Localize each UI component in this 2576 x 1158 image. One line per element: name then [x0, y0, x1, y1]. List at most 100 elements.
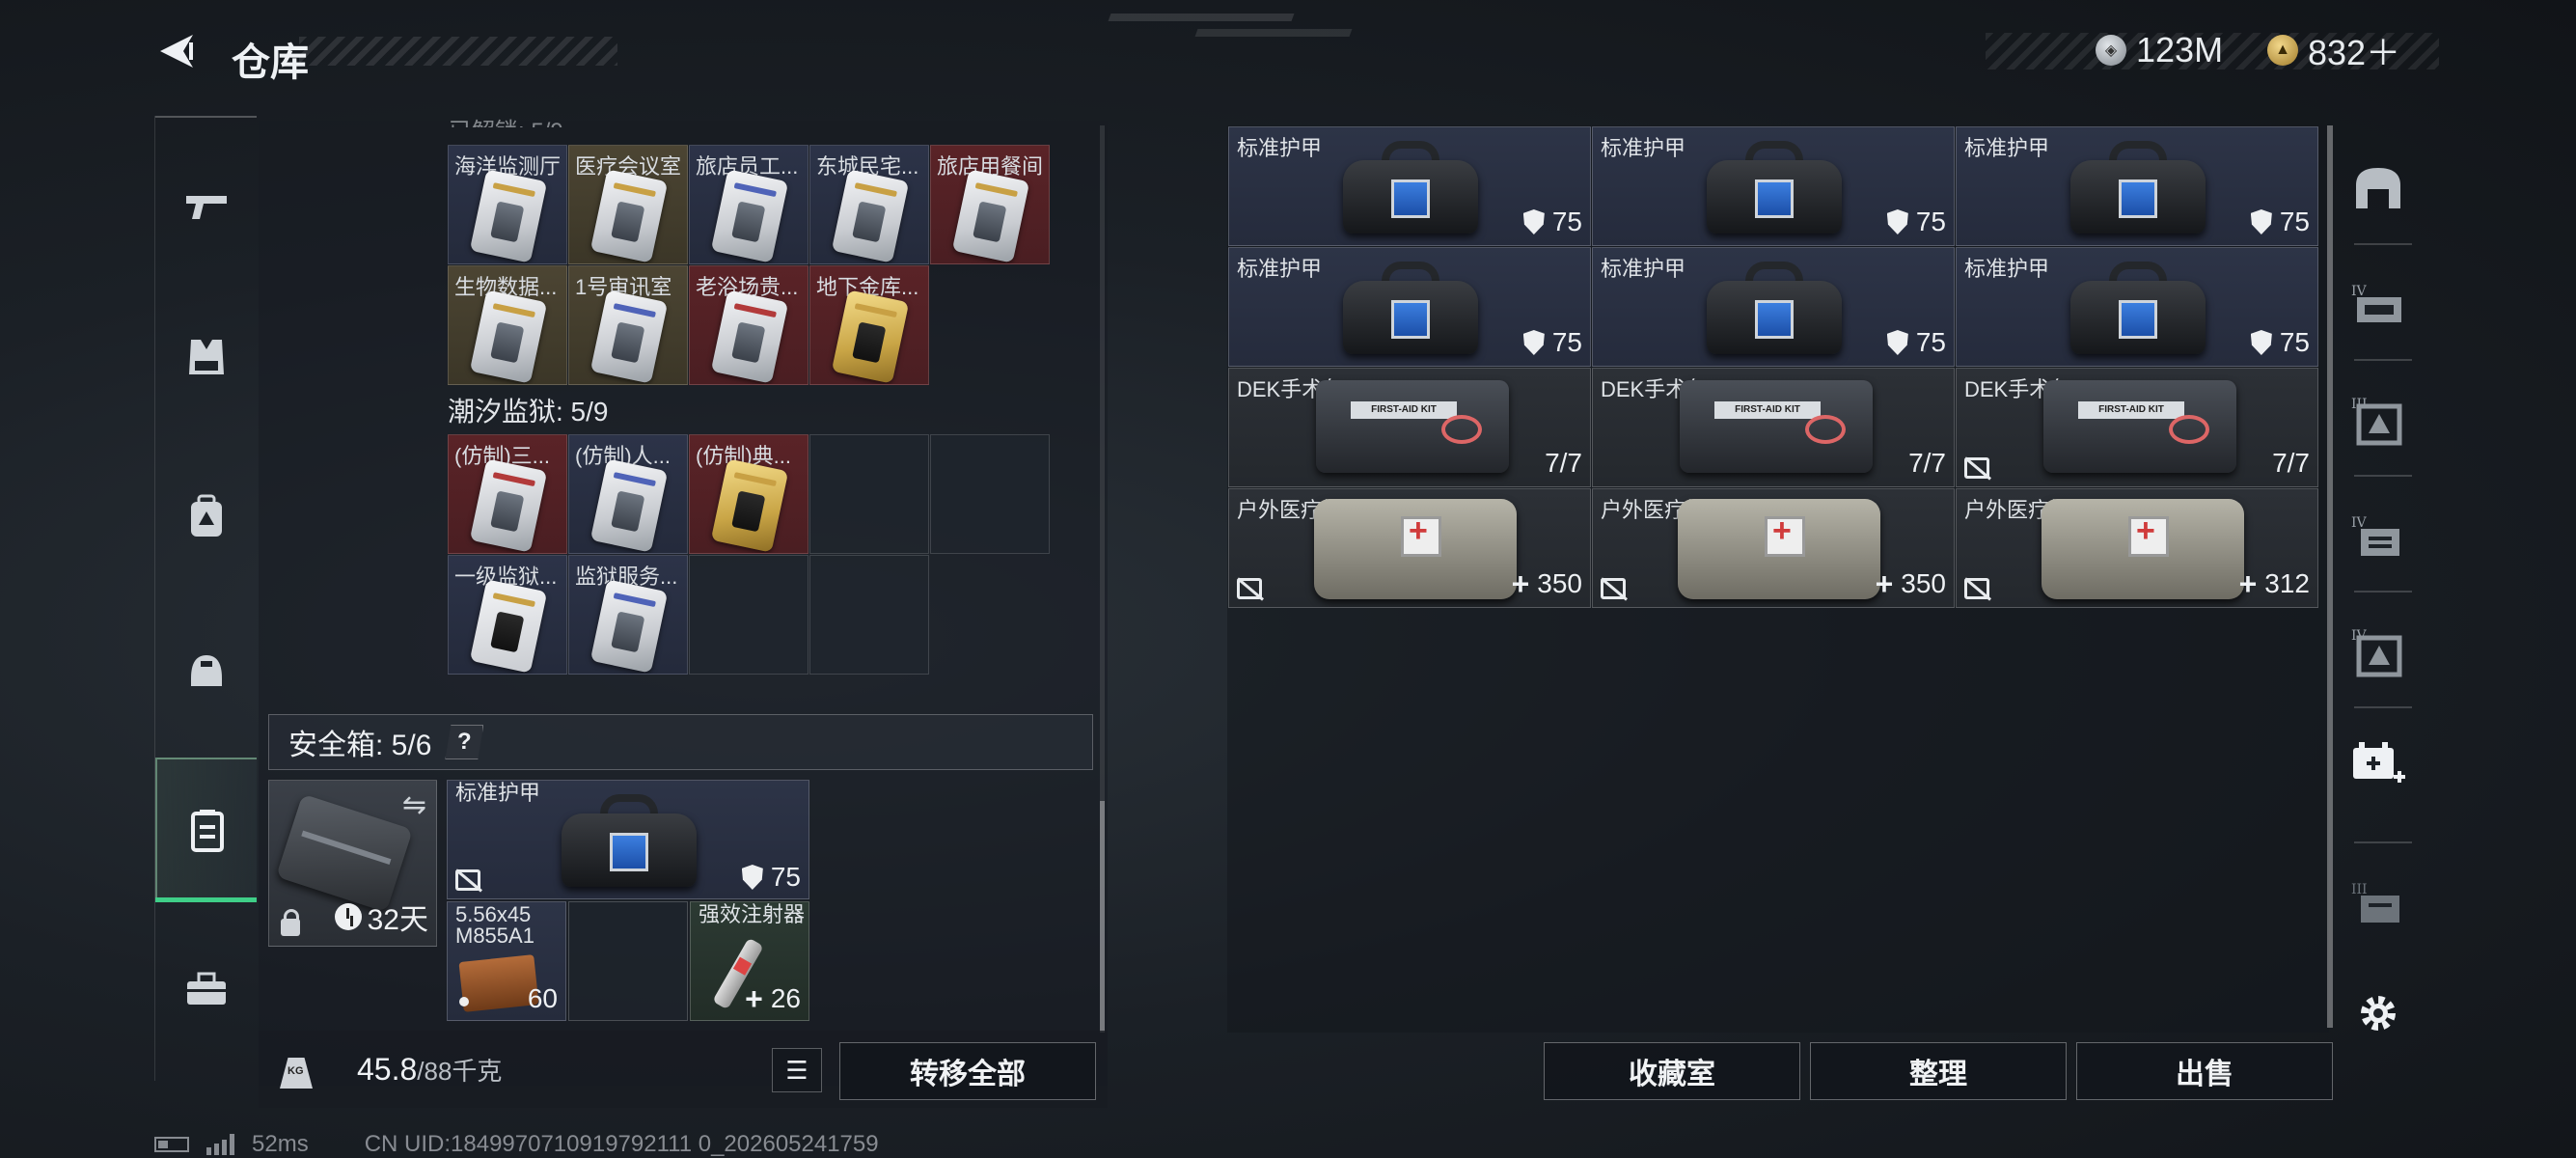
toolbox-icon [186, 972, 226, 1005]
storage-item-armor[interactable]: 标准护甲 75 [1956, 126, 2318, 246]
ping-text: 52ms [252, 1131, 309, 1157]
safe-item-armor[interactable]: 标准护甲 75 [447, 780, 809, 899]
keycard-icon [589, 458, 669, 553]
surgery-kit-icon [1680, 380, 1873, 473]
empty-slot[interactable] [809, 555, 929, 675]
keycard-icon [589, 579, 669, 674]
storage-item-armor[interactable]: 标准护甲 75 [1228, 126, 1591, 246]
organize-button[interactable]: 整理 [1810, 1042, 2067, 1100]
clock-icon [334, 903, 362, 930]
surgery-kit-icon [1316, 380, 1509, 473]
nav-vest[interactable] [155, 285, 257, 429]
durability-text: 75 [770, 862, 801, 892]
item-label: 标准护甲 [1964, 257, 2050, 281]
keycard-slot[interactable]: 1号审讯室 [568, 265, 688, 385]
shield-icon [1522, 330, 1545, 355]
item-value: 75 [1886, 207, 1946, 237]
keycard-slot[interactable]: 医疗会议室 [568, 145, 688, 264]
no-trade-icon [1237, 578, 1262, 599]
storage-item-armor[interactable]: 标准护甲 75 [1592, 126, 1955, 246]
storage-scrollbar[interactable] [2327, 125, 2333, 1028]
item-label: 5.56x45 M855A1 [455, 902, 534, 948]
keycard-slot[interactable]: 东城民宅... [809, 145, 929, 264]
medical-box-icon [2042, 499, 2244, 599]
empty-slot[interactable] [689, 555, 808, 675]
keycard-slot[interactable]: 老浴场贵... [689, 265, 808, 385]
back-arrow-icon[interactable] [154, 29, 199, 73]
storage-item-med[interactable]: 户外医疗箱+312 [1956, 488, 2318, 608]
keycard-slot[interactable]: (仿制)典... [689, 434, 808, 554]
empty-slot[interactable] [930, 434, 1050, 554]
nav-divider [155, 116, 257, 118]
partial-section-title: 已解锁: 5/9 [449, 112, 563, 127]
safe-item-ammo[interactable]: 5.56x45 M855A1 60 [447, 901, 566, 1021]
safe-box-container[interactable]: ⇋ 32天 [268, 780, 437, 947]
swap-icon[interactable]: ⇋ [402, 788, 426, 822]
collection-room-button[interactable]: 收藏室 [1544, 1042, 1800, 1100]
tier4-vest-icon[interactable]: IV [2335, 608, 2422, 695]
item-value: 7/7 [1545, 448, 1582, 479]
item-value: 75 [2250, 327, 2310, 358]
nav-backpack[interactable] [155, 444, 257, 589]
add-medkit-icon[interactable] [2335, 724, 2422, 811]
item-value: 60 [528, 983, 558, 1014]
keycard-slot[interactable]: (仿制)三... [448, 434, 567, 554]
keycard-slot[interactable]: 生物数据... [448, 265, 567, 385]
storage-item-armor[interactable]: 标准护甲 75 [1228, 247, 1591, 367]
empty-slot[interactable] [568, 901, 688, 1021]
keycard-slot[interactable]: 旅店用餐间 [930, 145, 1050, 264]
safe-item-injector[interactable]: 强效注射器 +26 [690, 901, 809, 1021]
heal-plus-icon: + [1511, 566, 1530, 601]
tier4-backpack-icon[interactable]: IV [2335, 492, 2422, 579]
currency-silver[interactable]: ◈ 123M [2096, 29, 2223, 71]
no-trade-icon [1964, 578, 1989, 599]
keycard-slot[interactable]: 海洋监测厅 [448, 145, 567, 264]
no-trade-icon [455, 869, 480, 891]
heal-plus-icon: + [745, 981, 763, 1016]
scrollbar-thumb[interactable] [1100, 801, 1105, 1033]
item-label: 标准护甲 [1237, 257, 1323, 281]
settings-icon[interactable] [2335, 970, 2422, 1057]
left-category-nav [154, 116, 257, 1081]
storage-item-kit[interactable]: DEK手术包7/7 [1956, 368, 2318, 487]
tier3-armor-icon[interactable]: III [2335, 376, 2422, 463]
silver-coin-icon: ◈ [2096, 35, 2126, 66]
armor-bag-icon [1343, 141, 1478, 234]
nav-toolbox[interactable] [155, 917, 257, 1062]
keycard-slot[interactable]: 地下金库... [809, 265, 929, 385]
storage-item-armor[interactable]: 标准护甲 75 [1956, 247, 2318, 367]
keycard-slot[interactable]: 旅店员工... [689, 145, 808, 264]
sell-button[interactable]: 出售 [2076, 1042, 2333, 1100]
currency-gold[interactable]: ▲ 832＋ [2267, 29, 2400, 72]
tier4-misc-icon[interactable]: III [2335, 859, 2422, 946]
keycard-slot[interactable]: 监狱服务... [568, 555, 688, 675]
armor-bag-icon [2070, 141, 2206, 234]
storage-item-med[interactable]: 户外医疗箱+350 [1228, 488, 1591, 608]
nav-weapons[interactable] [155, 135, 257, 280]
nav-helmet[interactable] [155, 598, 257, 743]
storage-item-kit[interactable]: DEK手术包7/7 [1592, 368, 1955, 487]
nav-storage[interactable] [155, 758, 257, 902]
item-label: 标准护甲 [1601, 257, 1686, 281]
tier4-armor-icon[interactable]: IV [2335, 261, 2422, 347]
right-filter-nav: IV III IV IV III [2335, 135, 2422, 1052]
help-button[interactable]: ? [445, 725, 484, 759]
uid-text: CN UID:1849970710919792111 0_20260524175… [364, 1131, 879, 1157]
status-bar: 52ms CN UID:1849970710919792111 0_202605… [154, 1131, 879, 1158]
keycard-icon [831, 290, 910, 384]
keycard-slot[interactable]: 一级监狱... [448, 555, 567, 675]
helmet-icon [190, 655, 222, 686]
armor-bag-icon [1707, 141, 1842, 234]
title-decoration [299, 37, 617, 66]
list-view-button[interactable]: ☰ [772, 1048, 822, 1092]
storage-item-armor[interactable]: 标准护甲 75 [1592, 247, 1955, 367]
transfer-all-button[interactable]: 转移全部 [839, 1042, 1096, 1100]
helmet-tab-icon[interactable] [2335, 145, 2422, 232]
empty-slot[interactable] [809, 434, 929, 554]
keycard-slot[interactable]: (仿制)人... [568, 434, 688, 554]
shield-icon [1886, 330, 1908, 355]
svg-text:IV: IV [2351, 284, 2368, 299]
inventory-scrollbar[interactable] [1100, 125, 1105, 1033]
storage-item-kit[interactable]: DEK手术包7/7 [1228, 368, 1591, 487]
storage-item-med[interactable]: 户外医疗箱+350 [1592, 488, 1955, 608]
